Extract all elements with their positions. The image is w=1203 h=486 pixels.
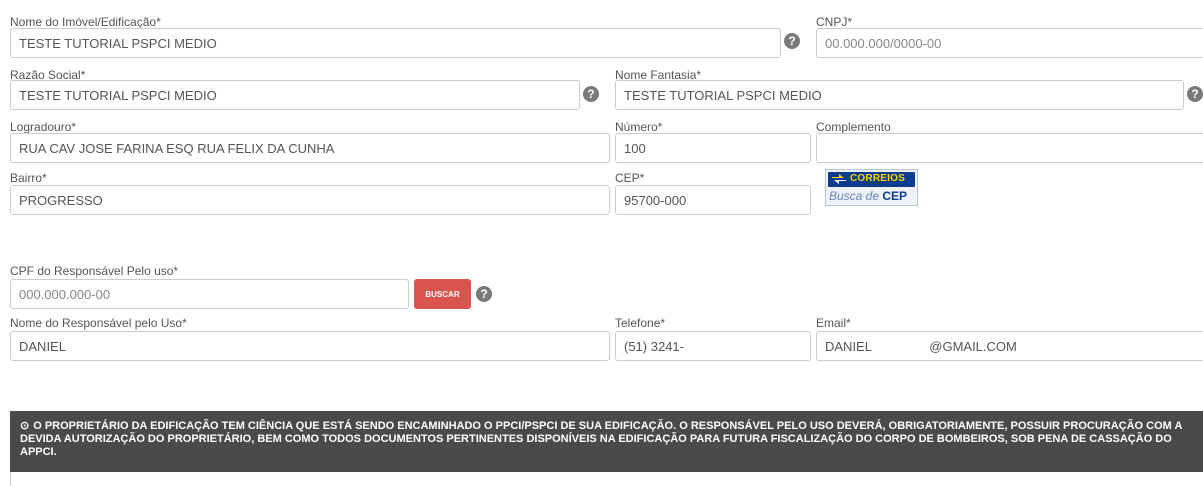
nome-imovel-input[interactable] xyxy=(10,28,781,58)
numero-input[interactable] xyxy=(615,133,811,163)
numero-label: Número* xyxy=(615,120,663,134)
telefone-input[interactable] xyxy=(615,331,811,361)
email-label: Email* xyxy=(816,316,851,330)
nome-responsavel-label: Nome do Responsável pelo Uso* xyxy=(10,316,187,330)
logradouro-input[interactable] xyxy=(10,133,610,163)
razao-social-input[interactable] xyxy=(10,80,580,110)
nome-responsavel-input[interactable] xyxy=(10,331,610,361)
owner-notice-banner: ⊙ O PROPRIETÁRIO DA EDIFICAÇÃO TEM CIÊNCI… xyxy=(10,411,1203,472)
cep-label: CEP* xyxy=(615,171,645,185)
nome-imovel-label: Nome do Imóvel/Edificação* xyxy=(10,15,161,29)
correios-name: CORREIOS xyxy=(850,173,905,184)
cpf-responsavel-input[interactable] xyxy=(10,279,409,309)
cpf-responsavel-label: CPF do Responsável Pelo uso* xyxy=(10,264,179,278)
bairro-input[interactable] xyxy=(10,185,610,215)
cnpj-label: CNPJ* xyxy=(816,15,853,29)
complemento-label: Complemento xyxy=(816,120,891,134)
complemento-input[interactable] xyxy=(816,133,1203,163)
buscar-button[interactable]: BUSCAR xyxy=(414,279,471,309)
telefone-label: Telefone* xyxy=(615,316,666,330)
correios-logo: CORREIOS xyxy=(828,172,915,187)
help-icon[interactable]: ? xyxy=(1187,86,1203,102)
correios-busca-cep-link[interactable]: CORREIOS Busca de CEP xyxy=(825,169,918,206)
notice-content-area xyxy=(10,472,1203,486)
cep-input[interactable] xyxy=(615,185,811,215)
nome-fantasia-input[interactable] xyxy=(615,80,1184,110)
help-icon[interactable]: ? xyxy=(784,33,800,49)
help-icon[interactable]: ? xyxy=(476,286,492,302)
help-icon[interactable]: ? xyxy=(583,86,599,102)
email-input[interactable] xyxy=(816,331,1203,361)
bairro-label: Bairro* xyxy=(10,171,47,185)
notice-text: O PROPRIETÁRIO DA EDIFICAÇÃO TEM CIÊNCIA… xyxy=(20,420,1183,458)
correios-arrows-icon xyxy=(832,174,846,184)
cnpj-input[interactable] xyxy=(816,28,1203,58)
notice-bullet-icon: ⊙ xyxy=(20,420,30,432)
busca-cep-text: Busca de CEP xyxy=(829,189,908,203)
logradouro-label: Logradouro* xyxy=(10,120,77,134)
